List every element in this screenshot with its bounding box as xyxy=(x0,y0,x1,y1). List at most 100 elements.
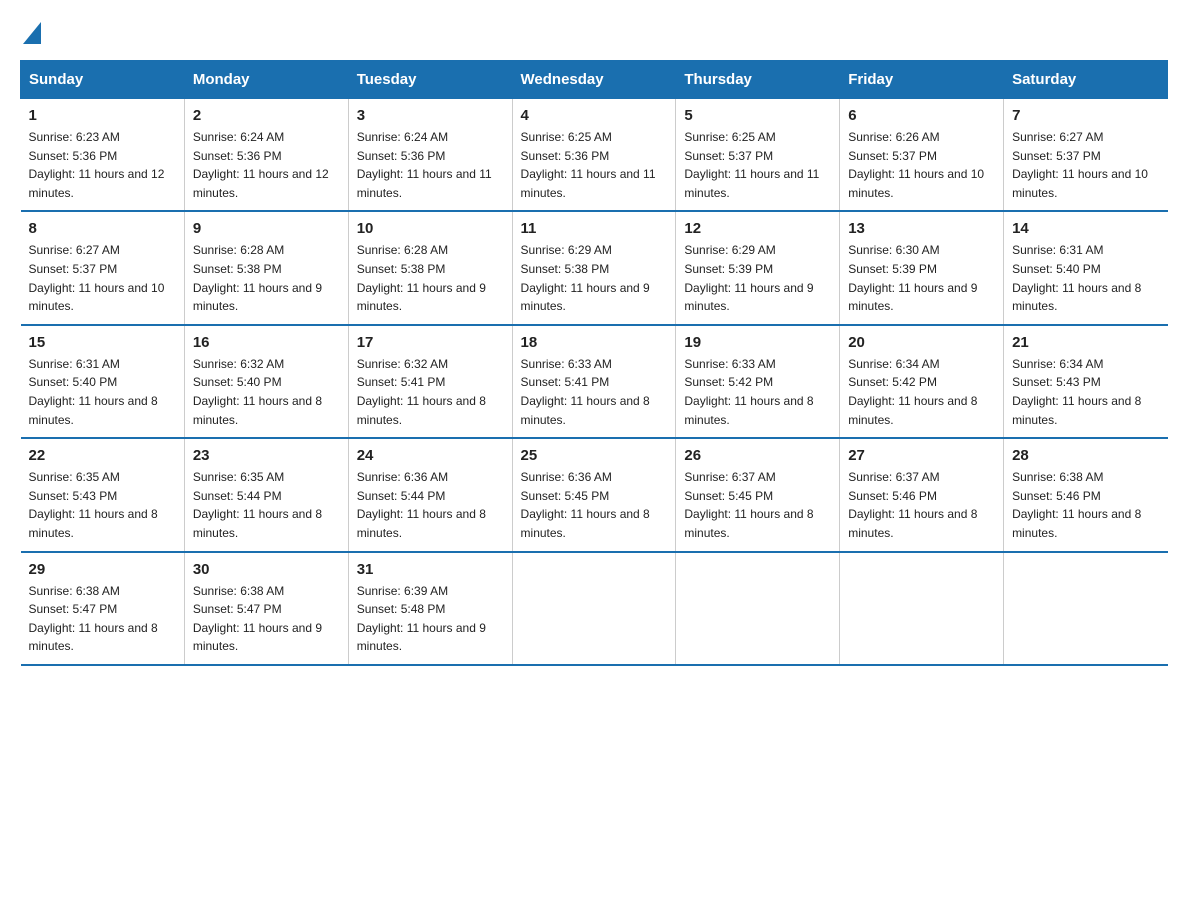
day-number: 7 xyxy=(1012,107,1159,124)
day-number: 20 xyxy=(848,334,995,351)
day-number: 19 xyxy=(684,334,831,351)
calendar-day-cell: 6 Sunrise: 6:26 AMSunset: 5:37 PMDayligh… xyxy=(840,99,1004,212)
day-info: Sunrise: 6:38 AMSunset: 5:46 PMDaylight:… xyxy=(1012,470,1141,540)
calendar-day-cell: 11 Sunrise: 6:29 AMSunset: 5:38 PMDaylig… xyxy=(512,211,676,324)
day-number: 2 xyxy=(193,107,340,124)
day-number: 1 xyxy=(29,107,176,124)
day-info: Sunrise: 6:34 AMSunset: 5:43 PMDaylight:… xyxy=(1012,357,1141,427)
day-info: Sunrise: 6:29 AMSunset: 5:38 PMDaylight:… xyxy=(521,243,650,313)
days-of-week-row: SundayMondayTuesdayWednesdayThursdayFrid… xyxy=(21,61,1168,99)
calendar-day-cell: 5 Sunrise: 6:25 AMSunset: 5:37 PMDayligh… xyxy=(676,99,840,212)
calendar-header: SundayMondayTuesdayWednesdayThursdayFrid… xyxy=(21,61,1168,99)
calendar-day-cell: 21 Sunrise: 6:34 AMSunset: 5:43 PMDaylig… xyxy=(1004,325,1168,438)
day-info: Sunrise: 6:32 AMSunset: 5:40 PMDaylight:… xyxy=(193,357,322,427)
day-number: 27 xyxy=(848,447,995,464)
calendar-day-cell: 20 Sunrise: 6:34 AMSunset: 5:42 PMDaylig… xyxy=(840,325,1004,438)
day-info: Sunrise: 6:33 AMSunset: 5:42 PMDaylight:… xyxy=(684,357,813,427)
calendar-day-cell: 25 Sunrise: 6:36 AMSunset: 5:45 PMDaylig… xyxy=(512,438,676,551)
calendar-day-cell: 1 Sunrise: 6:23 AMSunset: 5:36 PMDayligh… xyxy=(21,99,185,212)
day-number: 31 xyxy=(357,561,504,578)
day-info: Sunrise: 6:35 AMSunset: 5:43 PMDaylight:… xyxy=(29,470,158,540)
day-number: 22 xyxy=(29,447,176,464)
day-number: 13 xyxy=(848,220,995,237)
day-number: 3 xyxy=(357,107,504,124)
day-number: 14 xyxy=(1012,220,1159,237)
calendar-week-row: 15 Sunrise: 6:31 AMSunset: 5:40 PMDaylig… xyxy=(21,325,1168,438)
calendar-day-cell: 22 Sunrise: 6:35 AMSunset: 5:43 PMDaylig… xyxy=(21,438,185,551)
day-number: 21 xyxy=(1012,334,1159,351)
calendar-week-row: 8 Sunrise: 6:27 AMSunset: 5:37 PMDayligh… xyxy=(21,211,1168,324)
calendar-day-cell: 3 Sunrise: 6:24 AMSunset: 5:36 PMDayligh… xyxy=(348,99,512,212)
day-number: 16 xyxy=(193,334,340,351)
day-number: 5 xyxy=(684,107,831,124)
calendar-table: SundayMondayTuesdayWednesdayThursdayFrid… xyxy=(20,60,1168,666)
day-info: Sunrise: 6:25 AMSunset: 5:36 PMDaylight:… xyxy=(521,130,656,200)
day-number: 18 xyxy=(521,334,668,351)
day-number: 25 xyxy=(521,447,668,464)
calendar-day-cell: 7 Sunrise: 6:27 AMSunset: 5:37 PMDayligh… xyxy=(1004,99,1168,212)
day-number: 11 xyxy=(521,220,668,237)
day-info: Sunrise: 6:27 AMSunset: 5:37 PMDaylight:… xyxy=(1012,130,1148,200)
day-info: Sunrise: 6:29 AMSunset: 5:39 PMDaylight:… xyxy=(684,243,813,313)
calendar-day-cell: 14 Sunrise: 6:31 AMSunset: 5:40 PMDaylig… xyxy=(1004,211,1168,324)
day-info: Sunrise: 6:38 AMSunset: 5:47 PMDaylight:… xyxy=(29,584,158,654)
day-info: Sunrise: 6:28 AMSunset: 5:38 PMDaylight:… xyxy=(357,243,486,313)
day-number: 9 xyxy=(193,220,340,237)
day-info: Sunrise: 6:35 AMSunset: 5:44 PMDaylight:… xyxy=(193,470,322,540)
calendar-day-cell: 26 Sunrise: 6:37 AMSunset: 5:45 PMDaylig… xyxy=(676,438,840,551)
calendar-day-cell xyxy=(512,552,676,665)
day-info: Sunrise: 6:25 AMSunset: 5:37 PMDaylight:… xyxy=(684,130,819,200)
day-number: 17 xyxy=(357,334,504,351)
calendar-day-cell: 19 Sunrise: 6:33 AMSunset: 5:42 PMDaylig… xyxy=(676,325,840,438)
calendar-day-cell: 18 Sunrise: 6:33 AMSunset: 5:41 PMDaylig… xyxy=(512,325,676,438)
calendar-day-cell: 27 Sunrise: 6:37 AMSunset: 5:46 PMDaylig… xyxy=(840,438,1004,551)
calendar-day-cell: 10 Sunrise: 6:28 AMSunset: 5:38 PMDaylig… xyxy=(348,211,512,324)
day-info: Sunrise: 6:26 AMSunset: 5:37 PMDaylight:… xyxy=(848,130,984,200)
day-of-week-header: Friday xyxy=(840,61,1004,99)
day-of-week-header: Monday xyxy=(184,61,348,99)
day-number: 15 xyxy=(29,334,176,351)
calendar-day-cell: 17 Sunrise: 6:32 AMSunset: 5:41 PMDaylig… xyxy=(348,325,512,438)
calendar-day-cell: 16 Sunrise: 6:32 AMSunset: 5:40 PMDaylig… xyxy=(184,325,348,438)
day-number: 26 xyxy=(684,447,831,464)
page-header xyxy=(20,20,1168,40)
calendar-day-cell xyxy=(1004,552,1168,665)
calendar-day-cell: 2 Sunrise: 6:24 AMSunset: 5:36 PMDayligh… xyxy=(184,99,348,212)
day-info: Sunrise: 6:36 AMSunset: 5:44 PMDaylight:… xyxy=(357,470,486,540)
calendar-week-row: 1 Sunrise: 6:23 AMSunset: 5:36 PMDayligh… xyxy=(21,99,1168,212)
day-info: Sunrise: 6:37 AMSunset: 5:45 PMDaylight:… xyxy=(684,470,813,540)
day-number: 6 xyxy=(848,107,995,124)
calendar-day-cell: 15 Sunrise: 6:31 AMSunset: 5:40 PMDaylig… xyxy=(21,325,185,438)
day-of-week-header: Sunday xyxy=(21,61,185,99)
calendar-day-cell: 23 Sunrise: 6:35 AMSunset: 5:44 PMDaylig… xyxy=(184,438,348,551)
day-of-week-header: Thursday xyxy=(676,61,840,99)
day-info: Sunrise: 6:23 AMSunset: 5:36 PMDaylight:… xyxy=(29,130,165,200)
day-info: Sunrise: 6:37 AMSunset: 5:46 PMDaylight:… xyxy=(848,470,977,540)
day-info: Sunrise: 6:27 AMSunset: 5:37 PMDaylight:… xyxy=(29,243,165,313)
calendar-day-cell: 8 Sunrise: 6:27 AMSunset: 5:37 PMDayligh… xyxy=(21,211,185,324)
day-info: Sunrise: 6:34 AMSunset: 5:42 PMDaylight:… xyxy=(848,357,977,427)
day-info: Sunrise: 6:39 AMSunset: 5:48 PMDaylight:… xyxy=(357,584,486,654)
day-number: 29 xyxy=(29,561,176,578)
day-number: 12 xyxy=(684,220,831,237)
day-info: Sunrise: 6:30 AMSunset: 5:39 PMDaylight:… xyxy=(848,243,977,313)
calendar-body: 1 Sunrise: 6:23 AMSunset: 5:36 PMDayligh… xyxy=(21,99,1168,665)
day-info: Sunrise: 6:31 AMSunset: 5:40 PMDaylight:… xyxy=(1012,243,1141,313)
calendar-day-cell: 31 Sunrise: 6:39 AMSunset: 5:48 PMDaylig… xyxy=(348,552,512,665)
calendar-day-cell xyxy=(676,552,840,665)
logo-triangle-icon xyxy=(23,22,41,44)
day-info: Sunrise: 6:24 AMSunset: 5:36 PMDaylight:… xyxy=(357,130,492,200)
day-number: 30 xyxy=(193,561,340,578)
day-of-week-header: Tuesday xyxy=(348,61,512,99)
calendar-day-cell: 30 Sunrise: 6:38 AMSunset: 5:47 PMDaylig… xyxy=(184,552,348,665)
logo xyxy=(20,20,41,40)
calendar-day-cell: 13 Sunrise: 6:30 AMSunset: 5:39 PMDaylig… xyxy=(840,211,1004,324)
day-number: 23 xyxy=(193,447,340,464)
day-number: 8 xyxy=(29,220,176,237)
calendar-day-cell: 12 Sunrise: 6:29 AMSunset: 5:39 PMDaylig… xyxy=(676,211,840,324)
calendar-day-cell: 29 Sunrise: 6:38 AMSunset: 5:47 PMDaylig… xyxy=(21,552,185,665)
calendar-day-cell: 9 Sunrise: 6:28 AMSunset: 5:38 PMDayligh… xyxy=(184,211,348,324)
day-number: 28 xyxy=(1012,447,1159,464)
day-number: 24 xyxy=(357,447,504,464)
day-info: Sunrise: 6:28 AMSunset: 5:38 PMDaylight:… xyxy=(193,243,322,313)
